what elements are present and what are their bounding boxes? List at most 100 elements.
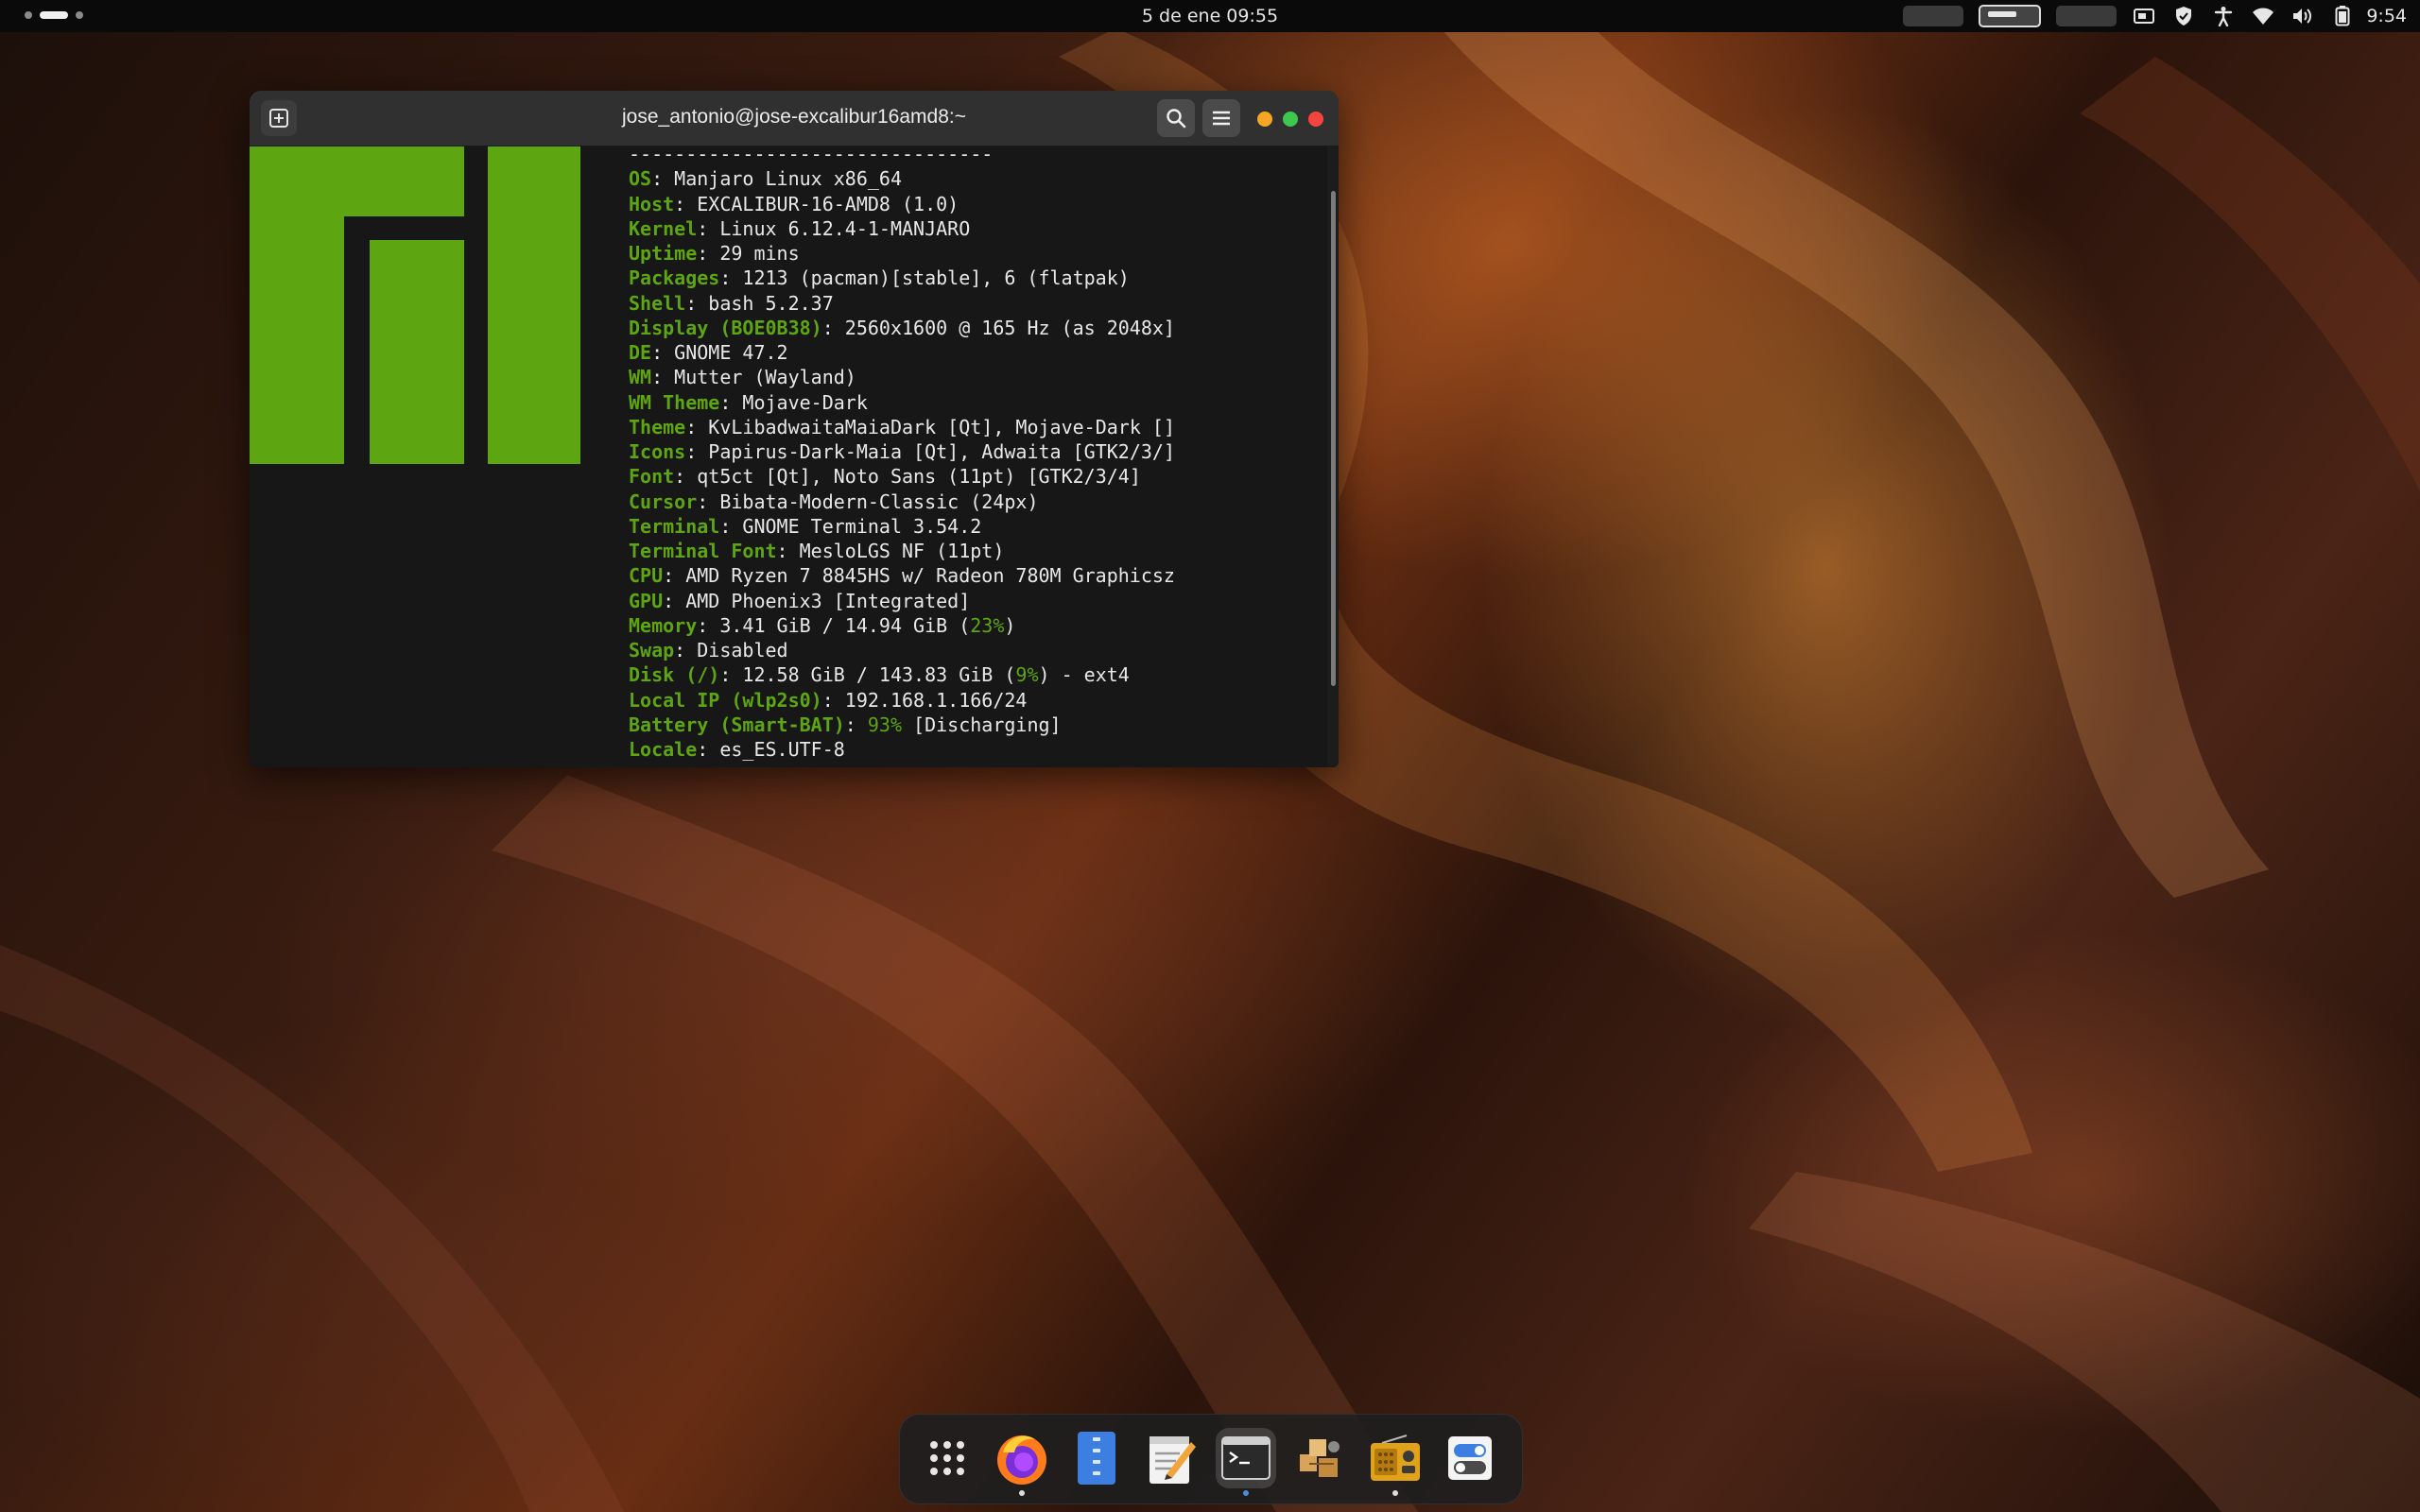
info-key-battery: Battery (Smart-BAT) [629,713,845,736]
running-indicator [1019,1490,1025,1496]
menu-button[interactable] [1202,99,1240,137]
info-value: : GNOME 47.2 [651,341,788,364]
separator-line: -------------------------------- [629,143,994,165]
screen-share-icon[interactable] [2132,4,2156,28]
info-value-swap: : Disabled [674,639,788,662]
info-key: OS [629,167,652,191]
search-button[interactable] [1157,99,1195,137]
info-value: : 29 mins [697,242,800,265]
info-value: : Mutter (Wayland) [651,366,856,389]
terminal-icon [1221,1436,1270,1480]
dock-item-radio[interactable] [1365,1428,1426,1496]
firefox-icon [997,1435,1046,1485]
system-tray[interactable]: 9:54 [1903,3,2407,29]
info-key: Shell [629,291,686,315]
radio-icon [1371,1435,1420,1481]
search-icon [1167,109,1186,129]
vpn-shield-icon[interactable] [2171,4,2196,28]
dock-item-text-editor[interactable] [1141,1428,1201,1488]
info-value: : bash 5.2.37 [685,291,834,315]
info-value-battery-tail: [Discharging] [902,713,1062,736]
info-key: Theme [629,415,686,438]
info-value: : Bibata-Modern-Classic (24px) [697,490,1039,513]
info-key: Icons [629,440,686,463]
info-value-disk-tail: ) - ext4 [1038,663,1130,687]
info-key: Terminal [629,514,720,538]
info-key-local-ip: Local IP (wlp2s0) [629,688,822,712]
hamburger-icon [1213,111,1230,126]
info-key: Host [629,192,675,215]
info-value: : Manjaro Linux x86_64 [651,167,902,191]
info-value: : 2560x1600 @ 165 Hz (as 2048x] [821,316,1175,339]
info-value: : 1213 (pacman)[stable], 6 (flatpak) [719,266,1130,290]
info-key: Display (BOE0B38) [629,316,822,339]
info-key: Packages [629,266,720,290]
dock-item-firefox[interactable] [992,1428,1052,1496]
info-value: : KvLibadwaitaMaiaDark [Qt], Mojave-Dark… [685,415,1175,438]
info-key: Kernel [629,216,698,240]
tray-time[interactable]: 9:54 [2366,6,2407,26]
info-value-locale: : es_ES.UTF-8 [697,738,845,761]
disk-percent: 9% [1015,663,1039,687]
info-key: CPU [629,564,664,588]
info-value: : qt5ct [Qt], Noto Sans (11pt) [GTK2/3/4… [674,465,1141,489]
window-thumbnail-indicator-active[interactable] [1979,5,2042,27]
info-value: : AMD Phoenix3 [Integrated] [663,589,971,612]
info-value-battery: : [844,713,868,736]
info-key-locale: Locale [629,738,698,761]
info-key: Cursor [629,490,698,513]
manjaro-logo [250,146,580,464]
info-key: Font [629,465,675,489]
dock [899,1414,1523,1504]
terminal-window[interactable]: jose_antonio@jose-excalibur16amd8:~ ----… [250,91,1339,767]
accessibility-icon[interactable] [2211,4,2236,28]
minimize-button[interactable] [1257,112,1272,127]
dock-item-terminal[interactable] [1216,1428,1276,1496]
top-bar: 5 de ene 09:55 9:54 [0,0,2420,32]
dock-item-files[interactable] [1066,1428,1127,1488]
info-key: Uptime [629,242,698,265]
info-value: : EXCALIBUR-16-AMD8 (1.0) [674,192,959,215]
info-value: : MesloLGS NF (11pt) [776,540,1005,562]
close-button[interactable] [1308,112,1323,127]
maximize-button[interactable] [1283,112,1298,127]
running-indicator [1392,1490,1398,1496]
window-thumbnail-indicator[interactable] [1903,6,1964,26]
settings-toggle-icon [1448,1436,1492,1480]
info-value-memory: : 3.41 GiB / 14.94 GiB ( [697,613,971,637]
info-key-disk: Disk (/) [629,663,720,687]
info-key-swap: Swap [629,639,675,662]
scrollbar-thumb[interactable] [1331,191,1336,686]
battery-percent: 93% [867,713,902,736]
volume-icon[interactable] [2290,4,2315,28]
info-key: WM [629,366,652,389]
battery-icon[interactable] [2330,4,2355,28]
info-key: GPU [629,589,664,612]
files-icon [1078,1432,1115,1485]
dock-item-package-manager[interactable] [1290,1428,1351,1488]
terminal-content[interactable]: -------------------------------- OS: Man… [250,143,1327,767]
info-key: WM Theme [629,390,720,414]
info-value-memory-tail: ) [1004,613,1016,637]
info-value: : Papirus-Dark-Maia [Qt], Adwaita [GTK2/… [685,440,1175,463]
memory-percent: 23% [970,613,1005,637]
dock-item-settings-toggle[interactable] [1440,1428,1500,1488]
info-value: : GNOME Terminal 3.54.2 [719,514,982,538]
info-key: Terminal Font [629,540,777,562]
app-grid-icon [930,1441,964,1475]
terminal-titlebar[interactable]: jose_antonio@jose-excalibur16amd8:~ [250,91,1339,146]
window-thumbnail-indicator[interactable] [2056,6,2118,26]
info-value: : AMD Ryzen 7 8845HS w/ Radeon 780M Grap… [663,564,1175,588]
info-value-local-ip: : 192.168.1.166/24 [821,688,1028,712]
wifi-icon[interactable] [2251,4,2275,28]
info-key-memory: Memory [629,613,698,637]
info-value: : Mojave-Dark [719,390,868,414]
dock-item-app-grid[interactable] [917,1428,977,1488]
running-indicator [1243,1490,1249,1496]
package-manager-icon [1300,1439,1340,1477]
info-value-disk: : 12.58 GiB / 143.83 GiB ( [719,663,1016,687]
info-key: DE [629,341,652,364]
text-editor-icon [1150,1436,1196,1484]
fastfetch-output: -------------------------------- OS: Man… [629,142,1175,762]
info-value: : Linux 6.12.4-1-MANJARO [697,216,971,240]
